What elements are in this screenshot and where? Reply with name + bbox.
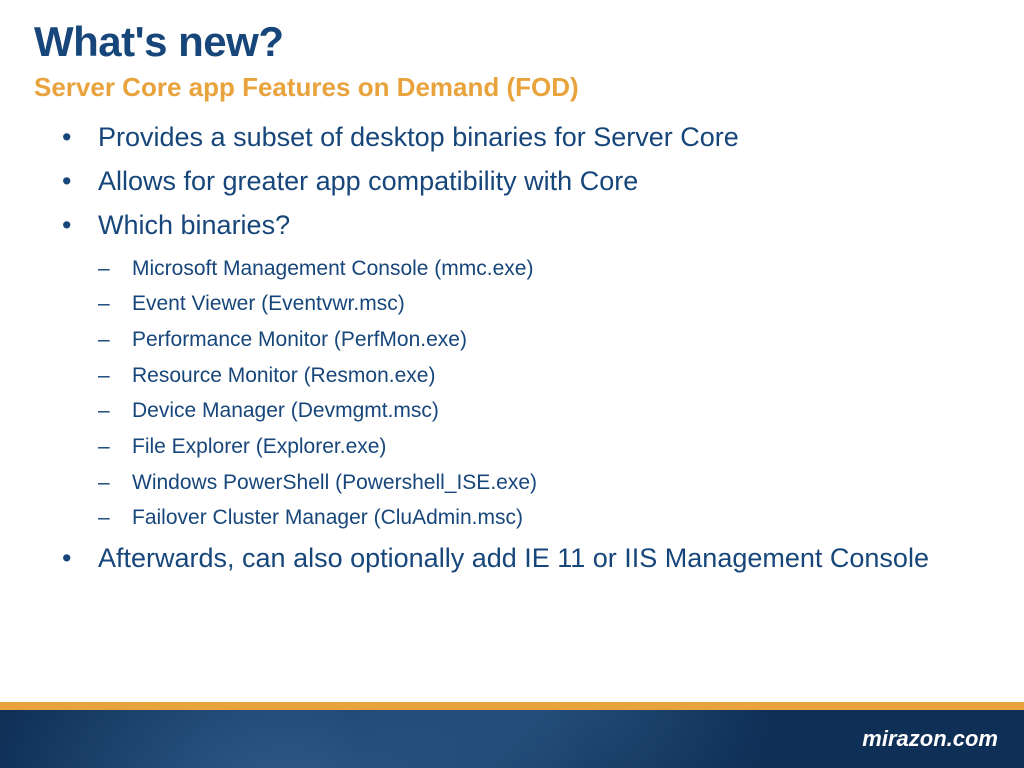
list-item-text: Afterwards, can also optionally add IE 1… [98,543,929,573]
footer-accent-bar [0,702,1024,710]
sub-list-item: Failover Cluster Manager (CluAdmin.msc) [98,500,990,536]
slide-footer: mirazon.com [0,702,1024,768]
list-item-text: Provides a subset of desktop binaries fo… [98,122,739,152]
slide-content: What's new? Server Core app Features on … [0,0,1024,582]
list-item: Afterwards, can also optionally add IE 1… [62,538,990,580]
footer-brand-bar: mirazon.com [0,710,1024,768]
sub-list-item-text: Device Manager (Devmgmt.msc) [132,399,439,422]
slide-subtitle: Server Core app Features on Demand (FOD) [34,72,990,103]
sub-list-item-text: Resource Monitor (Resmon.exe) [132,364,435,387]
sub-list-item: Event Viewer (Eventvwr.msc) [98,286,990,322]
sub-list: Microsoft Management Console (mmc.exe) E… [98,251,990,537]
sub-list-item: Performance Monitor (PerfMon.exe) [98,322,990,358]
sub-list-item: Windows PowerShell (Powershell_ISE.exe) [98,465,990,501]
list-item: Provides a subset of desktop binaries fo… [62,117,990,159]
sub-list-item: Microsoft Management Console (mmc.exe) [98,251,990,287]
list-item: Which binaries? Microsoft Management Con… [62,205,990,536]
list-item-text: Allows for greater app compatibility wit… [98,166,638,196]
bullet-list: Provides a subset of desktop binaries fo… [62,117,990,580]
sub-list-item-text: Microsoft Management Console (mmc.exe) [132,257,533,280]
slide: What's new? Server Core app Features on … [0,0,1024,768]
footer-brand-text: mirazon.com [862,726,998,752]
sub-list-item: Device Manager (Devmgmt.msc) [98,393,990,429]
sub-list-item-text: Windows PowerShell (Powershell_ISE.exe) [132,471,537,494]
sub-list-item-text: Event Viewer (Eventvwr.msc) [132,292,405,315]
sub-list-item-text: File Explorer (Explorer.exe) [132,435,386,458]
list-item: Allows for greater app compatibility wit… [62,161,990,203]
list-item-text: Which binaries? [98,210,290,240]
sub-list-item: Resource Monitor (Resmon.exe) [98,358,990,394]
sub-list-item: File Explorer (Explorer.exe) [98,429,990,465]
sub-list-item-text: Performance Monitor (PerfMon.exe) [132,328,467,351]
slide-title: What's new? [34,18,990,66]
sub-list-item-text: Failover Cluster Manager (CluAdmin.msc) [132,506,523,529]
